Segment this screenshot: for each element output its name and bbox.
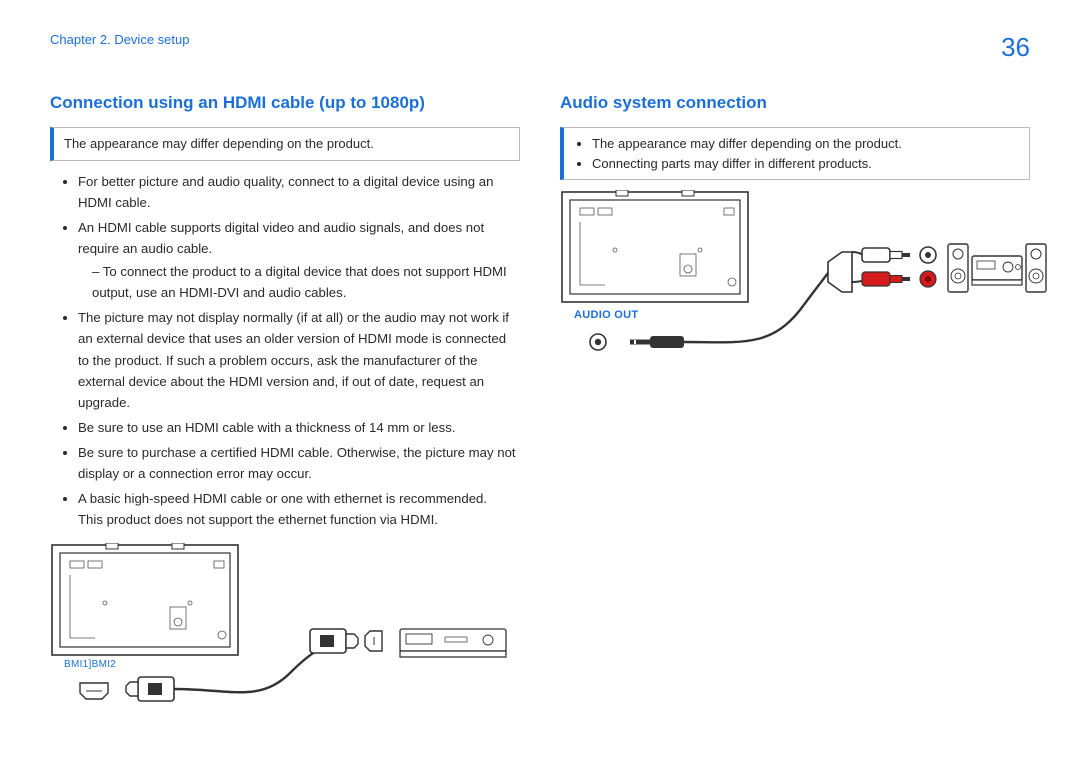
audio-plug-icon <box>624 336 684 348</box>
hdmi-bullet-2-sub1: To connect the product to a digital devi… <box>92 261 520 303</box>
hdmi-bullet-2-text: An HDMI cable supports digital video and… <box>78 220 484 256</box>
receiver-icon <box>972 256 1022 285</box>
hdmi-sub-list: To connect the product to a digital devi… <box>78 261 520 303</box>
audio-heading: Audio system connection <box>560 93 1030 113</box>
hdmi-bullet-list: For better picture and audio quality, co… <box>50 171 520 531</box>
hdmi-port-label: BMI1]BMI2 <box>64 659 116 670</box>
audio-note-box: The appearance may differ depending on t… <box>560 127 1030 180</box>
rca-splitter-icon <box>828 252 864 292</box>
hdmi-bullet-3: The picture may not display normally (if… <box>78 307 520 413</box>
audio-note-1: The appearance may differ depending on t… <box>592 134 1019 154</box>
hdmi-bullet-1: For better picture and audio quality, co… <box>78 171 520 213</box>
hdmi-note-text: The appearance may differ depending on t… <box>64 136 374 151</box>
hdmi-bullet-2: An HDMI cable supports digital video and… <box>78 217 520 304</box>
audio-note-2: Connecting parts may differ in different… <box>592 154 1019 174</box>
page-header: Chapter 2. Device setup 36 <box>0 0 1080 63</box>
audio-diagram-svg: AUDIO OUT <box>560 190 1050 390</box>
content-columns: Connection using an HDMI cable (up to 10… <box>0 63 1080 726</box>
right-column: Audio system connection The appearance m… <box>560 93 1030 726</box>
hdmi-heading: Connection using an HDMI cable (up to 10… <box>50 93 520 113</box>
hdmi-bullet-6-extra: This product does not support the ethern… <box>78 512 438 527</box>
hdmi-note-box: The appearance may differ depending on t… <box>50 127 520 161</box>
hdmi-bullet-6: A basic high-speed HDMI cable or one wit… <box>78 488 520 530</box>
hdmi-bullet-5: Be sure to purchase a certified HDMI cab… <box>78 442 520 484</box>
audio-port-label: AUDIO OUT <box>574 309 638 321</box>
speaker-left-icon <box>948 244 968 292</box>
rca-plug-white-icon <box>862 248 910 262</box>
hdmi-diagram-svg: BMI1]BMI2 <box>50 543 520 723</box>
hdmi-plug-right-icon <box>310 629 358 653</box>
audio-diagram: AUDIO OUT <box>560 190 1030 393</box>
hdmi-external-device-icon <box>400 629 506 657</box>
left-column: Connection using an HDMI cable (up to 10… <box>50 93 520 726</box>
rca-plug-red-icon <box>862 272 910 286</box>
hdmi-bullet-4: Be sure to use an HDMI cable with a thic… <box>78 417 520 438</box>
hdmi-bullet-6-text: A basic high-speed HDMI cable or one wit… <box>78 491 487 506</box>
hdmi-plug-left-icon <box>126 677 174 701</box>
page-number: 36 <box>1001 32 1030 63</box>
speaker-right-icon <box>1026 244 1046 292</box>
breadcrumb: Chapter 2. Device setup <box>50 32 189 47</box>
hdmi-diagram: BMI1]BMI2 <box>50 543 520 726</box>
